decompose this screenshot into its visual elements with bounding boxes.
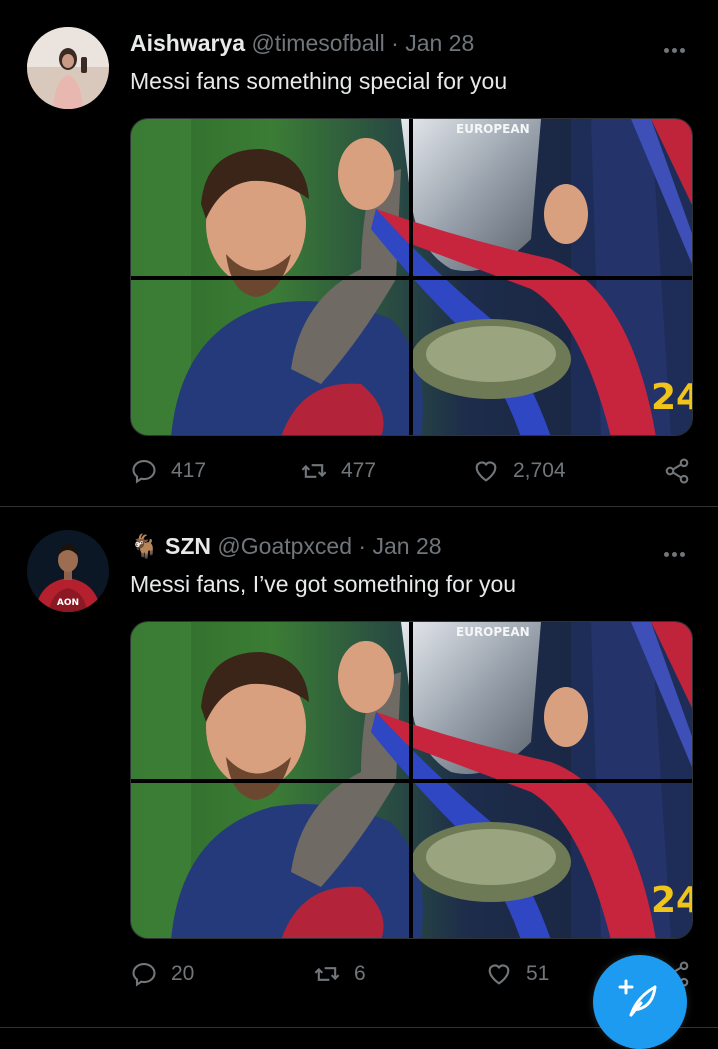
like-count: 2,704 — [513, 459, 566, 482]
tweet-header: Aishwarya @timesofball · Jan 28 — [130, 28, 474, 58]
reply-count: 417 — [171, 459, 207, 482]
tweet-text: Messi fans something special for you — [130, 68, 508, 94]
reply-icon — [132, 963, 156, 987]
tweet[interactable]: Aishwarya @timesofball · Jan 28 Messi fa… — [0, 0, 718, 507]
share-button[interactable] — [663, 457, 704, 485]
tweet-actions: 417 477 2,704 — [130, 457, 693, 487]
separator: · — [358, 533, 367, 559]
tweet[interactable]: AON 🐐 SZN @Goatpxced · Jan 28 Messi fans… — [0, 507, 718, 1028]
image-cup-text: EUROPEAN — [456, 122, 530, 136]
more-icon[interactable] — [664, 40, 692, 53]
tweet-date[interactable]: Jan 28 — [405, 30, 474, 56]
author-name[interactable]: Aishwarya — [130, 30, 245, 56]
like-button[interactable]: 2,704 — [472, 457, 566, 485]
tweet-header: 🐐 SZN @Goatpxced · Jan 28 — [130, 531, 442, 562]
tweet-image[interactable]: 24 EUROPEAN — [130, 118, 693, 436]
like-count: 51 — [526, 962, 550, 985]
tweet-date[interactable]: Jan 28 — [372, 533, 441, 559]
reply-icon — [132, 460, 156, 484]
tweet-text: Messi fans, I’ve got something for you — [130, 571, 517, 597]
retweet-icon — [314, 967, 340, 981]
retweet-button[interactable]: 477 — [300, 457, 376, 485]
svg-text:24: 24 — [651, 377, 693, 418]
reply-button[interactable]: 417 — [130, 457, 206, 485]
reply-count: 20 — [171, 962, 195, 985]
share-icon — [665, 458, 689, 484]
more-icon[interactable] — [664, 544, 692, 557]
like-icon — [488, 964, 510, 985]
like-icon — [475, 461, 497, 482]
svg-text:24: 24 — [651, 880, 693, 921]
avatar-sponsor-text: AON — [57, 598, 79, 608]
compose-icon — [618, 979, 657, 1017]
author-handle[interactable]: @timesofball — [251, 30, 384, 56]
avatar[interactable] — [27, 27, 109, 109]
separator: · — [391, 30, 399, 56]
retweet-button[interactable]: 6 — [313, 960, 366, 988]
retweet-count: 6 — [354, 962, 366, 985]
author-handle[interactable]: @Goatpxced — [217, 533, 352, 559]
tweet-image[interactable]: 24 EUROPEAN — [130, 621, 693, 939]
like-button[interactable]: 51 — [485, 960, 549, 988]
retweet-icon — [301, 464, 327, 478]
author-name[interactable]: SZN — [165, 533, 211, 559]
image-cup-text: EUROPEAN — [456, 625, 530, 639]
avatar[interactable]: AON — [27, 530, 109, 612]
author-emoji: 🐐 — [130, 534, 159, 560]
retweet-count: 477 — [341, 459, 377, 482]
reply-button[interactable]: 20 — [130, 960, 194, 988]
compose-button[interactable] — [593, 955, 687, 1049]
